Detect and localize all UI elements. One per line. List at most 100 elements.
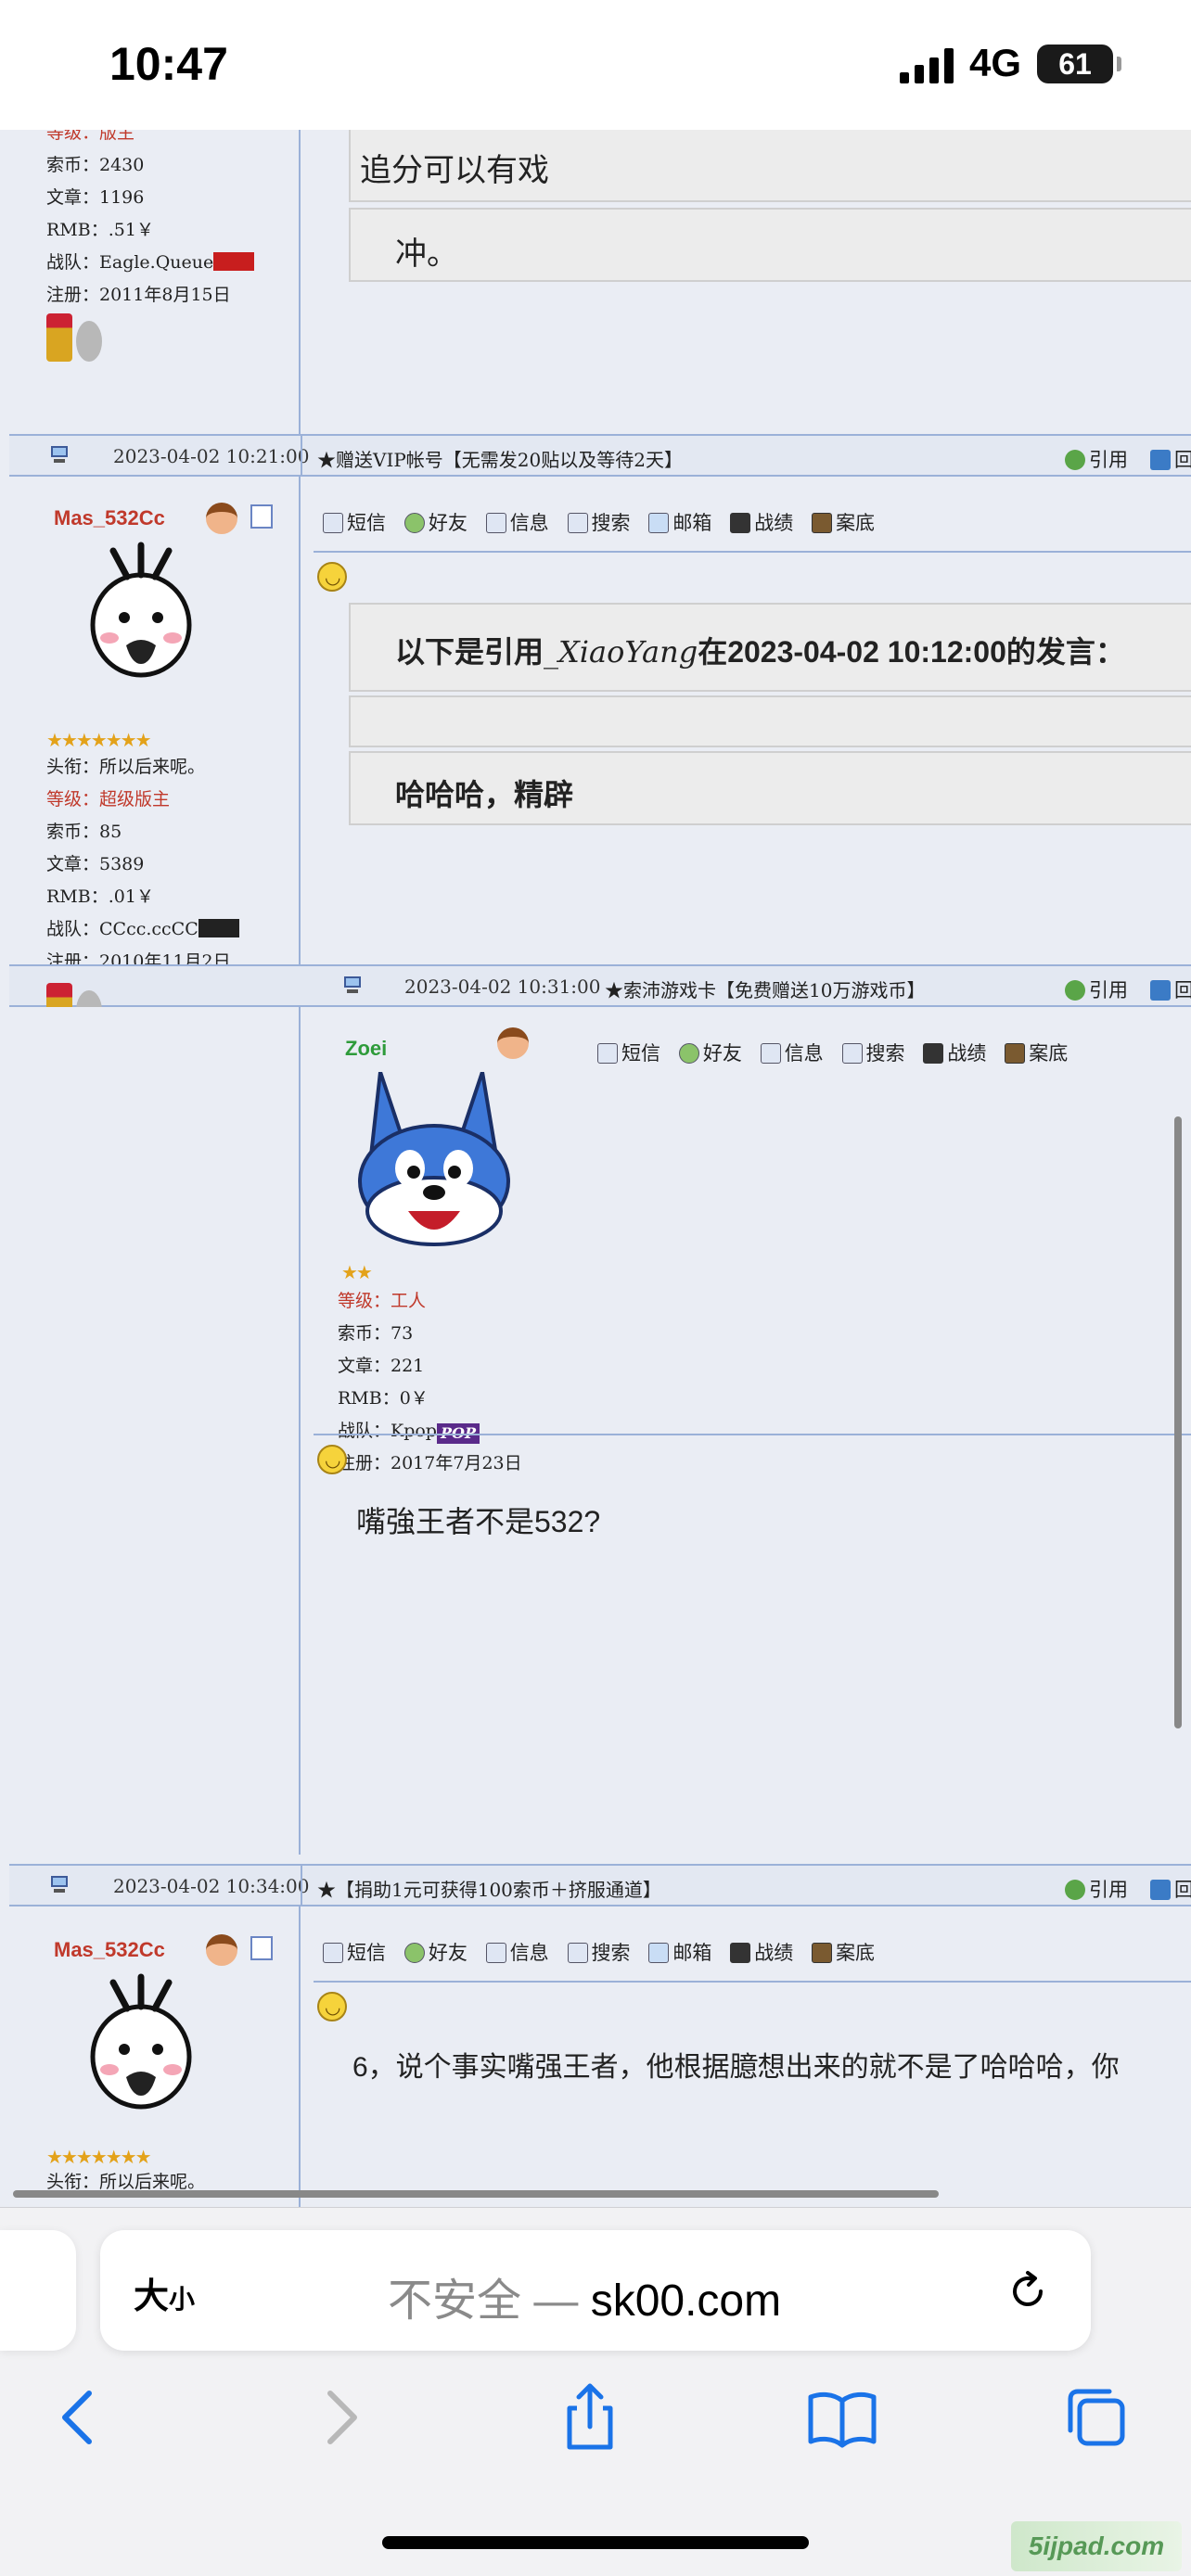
profile-icon[interactable] [250, 1936, 273, 1960]
user-coins: 索币：2430 [46, 155, 145, 175]
user-team: 战队：KpopPOP [338, 1415, 522, 1447]
post1-reply-box: 冲。 [349, 208, 1191, 282]
team-badge-icon [198, 919, 239, 937]
info-icon [485, 1943, 506, 1963]
bookmarks-icon[interactable] [805, 2380, 879, 2455]
divider [314, 1434, 1191, 1435]
post-date: 2023-04-02 10:31:00 [404, 976, 601, 998]
battery-icon: 61 [1037, 45, 1121, 83]
toolbar-search-button[interactable]: 搜索 [841, 1039, 905, 1066]
text-size-button[interactable]: 大小 [134, 2267, 195, 2318]
battery-level: 61 [1058, 47, 1092, 81]
username[interactable]: Mas_532Cc [54, 506, 165, 530]
smiley-icon [317, 562, 347, 592]
toolbar-message-button[interactable]: 短信 [323, 508, 386, 536]
tabs-icon[interactable] [1059, 2380, 1133, 2455]
user-level: 等级：超级版主 [46, 789, 171, 810]
toolbar-message-button[interactable]: 短信 [323, 1938, 386, 1966]
search-icon [841, 1043, 863, 1064]
book-icon [1005, 1043, 1026, 1064]
toolbar-search-button[interactable]: 搜索 [567, 508, 631, 536]
toolbar-record-button[interactable]: 战绩 [730, 508, 793, 536]
toolbar-info-button[interactable]: 信息 [485, 508, 549, 536]
post3-content: Zoei ★★ 等级：工人 索币：73 文章：221 RMB：0￥ 战队：Kpo… [301, 1007, 1191, 1855]
toolbar-friend-button[interactable]: 好友 [403, 1938, 467, 1966]
post3-left-panel [9, 1007, 301, 1855]
ad-link[interactable]: ★赠送VIP帐号【无需发20贴以及等待2天】 [317, 445, 683, 472]
toolbar-info-button[interactable]: 信息 [760, 1039, 824, 1066]
reply-button[interactable]: 回复 [1150, 445, 1191, 473]
toolbar-info-button[interactable]: 信息 [485, 1938, 549, 1966]
smiley-icon [317, 1445, 347, 1474]
quote-icon [1065, 1880, 1085, 1900]
user-rmb: RMB：.51￥ [46, 220, 154, 240]
address-bar[interactable]: 大小 不安全 — sk00.com [100, 2230, 1091, 2351]
reload-icon[interactable] [1004, 2267, 1052, 2315]
post2-reply-box: 哈哈哈，精辟 [349, 751, 1191, 825]
user-team: 战队：CCcc.ccCC [46, 913, 239, 946]
quote-icon [1065, 980, 1085, 1001]
url-display[interactable]: 不安全 — sk00.com [388, 2264, 781, 2328]
username[interactable]: Zoei [345, 1037, 387, 1061]
user-coins: 索币：73 [338, 1323, 414, 1344]
user-articles: 文章：5389 [46, 854, 145, 874]
toolbar-history-button[interactable]: 案底 [1005, 1039, 1068, 1066]
back-icon[interactable] [43, 2380, 117, 2455]
forward-icon[interactable] [302, 2380, 377, 2455]
gender-male-icon [206, 1934, 237, 1966]
divider [314, 551, 1191, 553]
mail-icon [648, 1943, 670, 1963]
book-icon [812, 513, 833, 533]
quote-button[interactable]: 引用 [1065, 1875, 1128, 1903]
quote-button[interactable]: 引用 [1065, 976, 1128, 1003]
post2-user-info: 头衔：所以后来呢。 等级：超级版主 索币：85 文章：5389 RMB：.01￥… [46, 751, 239, 978]
soldier-icon [730, 1943, 751, 1963]
vertical-scrollbar[interactable] [1174, 1116, 1182, 1728]
quoted-username[interactable]: _XiaoYang [544, 634, 698, 670]
ad-link[interactable]: ★【捐助1元可获得100索币＋挤服通道】 [317, 1875, 661, 1902]
toolbar-friend-button[interactable]: 好友 [678, 1039, 742, 1066]
info-icon [760, 1043, 781, 1064]
bar-divider [301, 436, 302, 477]
quote-button[interactable]: 引用 [1065, 445, 1128, 473]
smiley-icon [317, 1992, 347, 2021]
post-body: 嘴強王者不是532? [356, 1505, 601, 1538]
search-icon [567, 513, 588, 533]
horizontal-scrollbar[interactable] [13, 2190, 939, 2198]
ad-link[interactable]: ★索沛游戏卡【免费赠送10万游戏币】 [605, 976, 925, 1002]
toolbar-message-button[interactable]: 短信 [597, 1039, 660, 1066]
share-icon[interactable] [553, 2380, 627, 2455]
status-time: 10:47 [109, 38, 228, 90]
reply-text: 哈哈哈，精辟 [395, 778, 574, 811]
toolbar-history-button[interactable]: 案底 [812, 1938, 875, 1966]
toolbar-mail-button[interactable]: 邮箱 [648, 1938, 711, 1966]
user-level: 等级：版主 [46, 130, 135, 143]
toolbar-record-button[interactable]: 战绩 [730, 1938, 793, 1966]
avatar [358, 1072, 510, 1246]
avatar [90, 1973, 192, 2110]
friends-icon [403, 1943, 425, 1963]
quote-header-suffix: 在2023-04-02 10:12:00的发言： [698, 635, 1125, 669]
forum-page[interactable]: 等级：版主 索币：2430 文章：1196 RMB：.51￥ 战队：Eagle.… [0, 130, 1191, 2207]
message-icon [323, 513, 343, 533]
profile-icon[interactable] [250, 504, 273, 529]
team-badge-icon [213, 252, 255, 271]
silver-medal-icon [76, 321, 102, 362]
home-indicator[interactable] [382, 2536, 809, 2549]
friends-icon [678, 1043, 699, 1064]
cellular-signal-icon [900, 48, 955, 83]
toolbar-history-button[interactable]: 案底 [812, 508, 875, 536]
toolbar-record-button[interactable]: 战绩 [923, 1039, 986, 1066]
reply-button[interactable]: 回复 [1150, 976, 1191, 1003]
username[interactable]: Mas_532Cc [54, 1938, 165, 1962]
divider [314, 1981, 1191, 1983]
info-icon [485, 513, 506, 533]
network-type: 4G [969, 41, 1022, 84]
soldier-icon [923, 1043, 944, 1064]
toolbar-mail-button[interactable]: 邮箱 [648, 508, 711, 536]
toolbar-friend-button[interactable]: 好友 [403, 508, 467, 536]
previous-tab-preview[interactable] [0, 2230, 76, 2351]
user-level: 等级：工人 [338, 1291, 427, 1311]
reply-button[interactable]: 回复 [1150, 1875, 1191, 1903]
toolbar-search-button[interactable]: 搜索 [567, 1938, 631, 1966]
